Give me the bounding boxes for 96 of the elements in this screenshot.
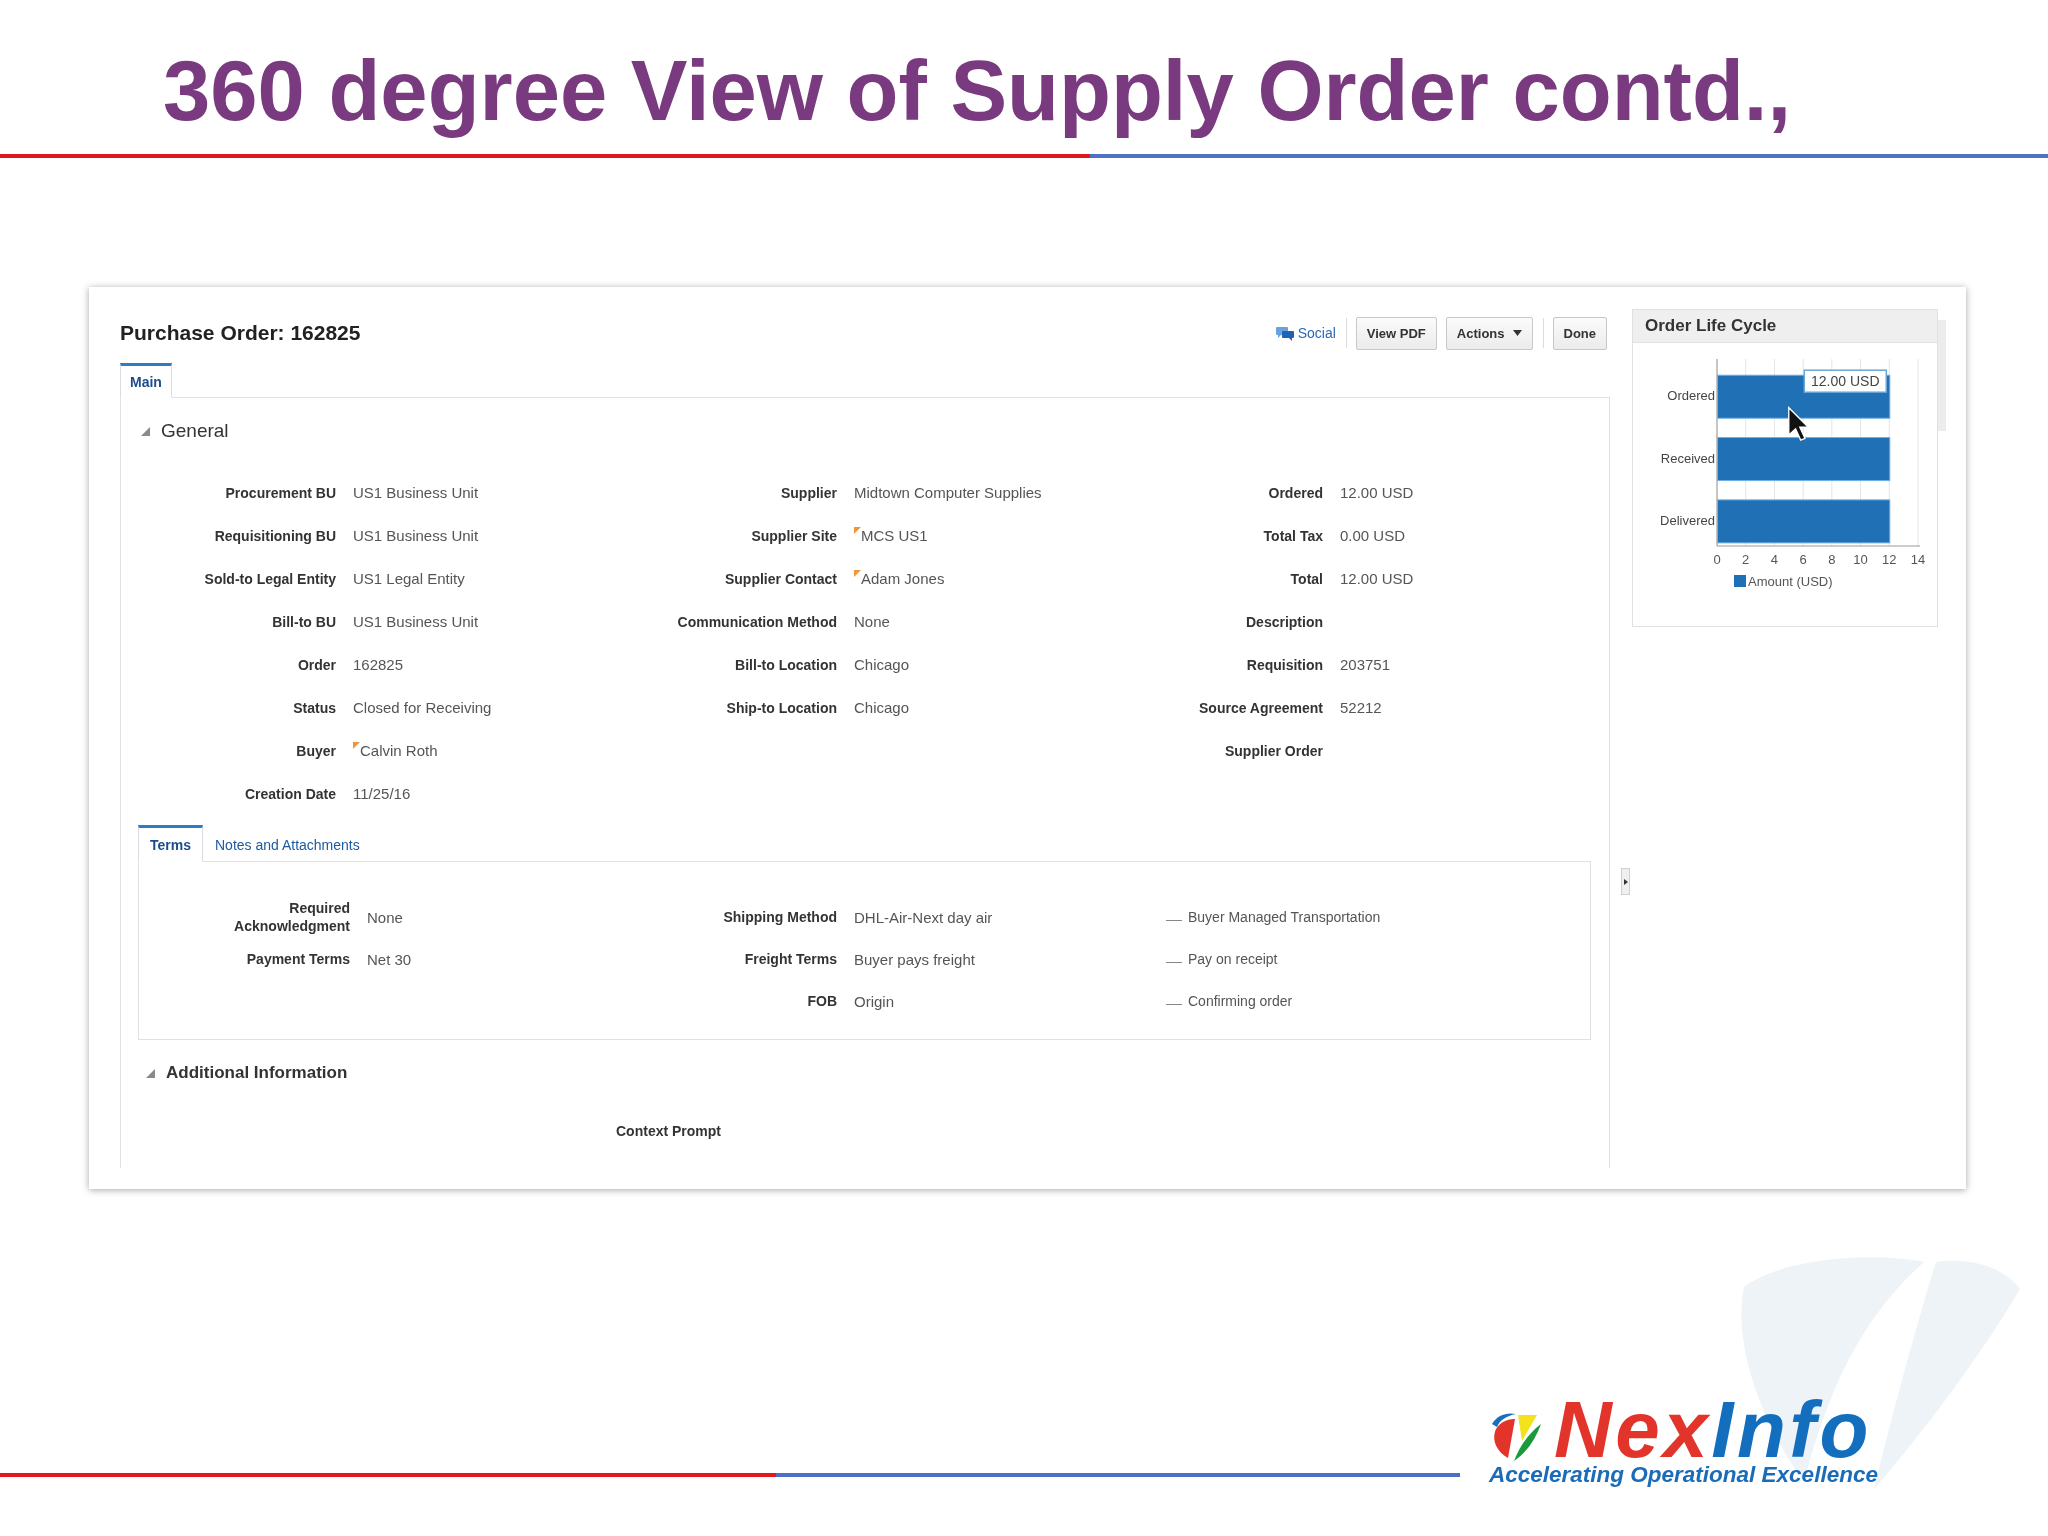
triangle-icon[interactable] [146,1068,155,1078]
field-label: Requisitioning BU [214,526,336,545]
field-value: Adam Jones [861,570,945,587]
axis-category-label: Ordered [1667,388,1715,404]
field-value: 12.00 USD [1340,484,1414,501]
dash-icon [1166,961,1182,963]
caret-icon [1623,878,1628,885]
scrollbar[interactable] [1938,320,1946,431]
caret-icon [1512,330,1522,336]
field-value: 162825 [353,656,404,673]
field-label: FOB [807,992,837,1010]
axis-tick-label: 12 [1882,552,1897,567]
menu-button[interactable]: Actions [1445,316,1533,350]
field-value: Buyer pays freight [854,950,975,968]
field-label: Context Prompt [616,1122,721,1140]
field-value: US1 Business Unit [353,527,479,544]
field-value: Origin [854,992,894,1010]
toolbar-button[interactable]: Done [1552,316,1607,350]
field-value: 12.00 USD [1340,570,1414,587]
field-label: Order [297,655,336,674]
field-label: Supplier [781,483,837,502]
axis-category-label: Received [1660,450,1715,466]
corner-triangle-icon [353,742,360,749]
tab[interactable]: Notes and Attachments [203,825,372,862]
field-value: Midtown Computer Supplies [854,484,1042,501]
field-value: 52212 [1340,699,1382,716]
field-value: US1 Legal Entity [353,570,465,587]
axis-tick-label: 4 [1770,552,1779,567]
slide-title: 360 degree View of Supply Order contd., [163,42,1792,140]
dash-icon [1166,919,1182,921]
field-label: Source Agreement [1199,698,1323,717]
field-label: Buyer [296,741,336,760]
field-value: Calvin Roth [360,742,438,759]
logo-wordmark: NexInfo [1554,1398,1872,1462]
field-label: Supplier Contact [725,569,837,588]
field-value: Chicago [854,699,910,716]
tab[interactable]: Main [120,363,172,398]
field-value: Closed for Receiving [353,699,492,716]
field-label: Shipping Method [723,908,837,926]
field-label: Required Acknowledgment [233,899,350,935]
field-label: Status [293,698,336,717]
axis-category-label: Delivered [1660,513,1715,529]
axis-tick-label: 10 [1853,552,1868,567]
field-value: None [367,908,403,926]
field-label: Communication Method [677,612,837,631]
field-label: Bill-to Location [735,655,837,674]
page-title: Purchase Order: 162825 [120,321,361,345]
panel-title: Order Life Cycle [1645,316,1777,336]
field-label: Sold-to Legal Entity [204,569,336,588]
field-value: 11/25/16 [353,785,411,802]
field-value: Chicago [854,656,910,673]
legend-label: Amount (USD) [1748,574,1833,589]
field-label: Payment Terms [246,950,350,968]
term-description: Confirming order [1188,993,1293,1009]
collapse-handle[interactable] [1621,868,1630,895]
field-value: DHL-Air-Next day air [854,908,993,926]
field-value: Net 30 [367,950,412,968]
axis-tick-label: 14 [1910,552,1926,567]
term-description: Buyer Managed Transportation [1188,909,1381,925]
field-label: Total [1290,569,1323,588]
field-label: Freight Terms [744,950,837,968]
tab[interactable]: Terms [138,825,203,862]
section-title: Additional Information [166,1063,348,1083]
field-label: Ship-to Location [726,698,837,717]
field-label: Ordered [1268,483,1323,502]
corner-triangle-icon [854,527,861,534]
triangle-icon[interactable] [141,426,150,436]
field-value: 203751 [1340,656,1391,673]
field-label: Procurement BU [225,483,336,502]
axis-tick-label: 6 [1799,552,1807,567]
toolbar-button[interactable]: View PDF [1355,316,1437,350]
corner-triangle-icon [854,570,861,577]
axis-tick-label: 0 [1713,552,1721,567]
section-title: General [161,420,229,442]
annotation: 12.00 USD [1811,373,1880,390]
value-tooltip: 12.00 USD [1803,369,1888,393]
dash-icon [1166,1003,1182,1005]
axis-tick-label: 2 [1742,552,1750,567]
field-value: US1 Business Unit [353,484,479,501]
field-value: 0.00 USD [1340,527,1406,544]
field-label: Creation Date [244,784,336,803]
axis-tick-label: 8 [1828,552,1836,567]
field-label: Total Tax [1263,526,1323,545]
field-label: Bill-to BU [272,612,336,631]
field-label: Supplier Order [1224,741,1323,760]
term-description: Pay on receipt [1188,951,1278,967]
mouse-pointer-icon [1788,406,1810,441]
field-label: Requisition [1246,655,1323,674]
field-value: MCS US1 [861,527,928,544]
field-value: US1 Business Unit [353,613,479,630]
toolbar-link[interactable]: Social [1275,325,1336,341]
legend-swatch-icon [1734,575,1746,587]
field-value: None [854,613,890,630]
speech-bubbles-icon [1275,325,1294,341]
field-label: Supplier Site [751,526,837,545]
logo-tagline: Accelerating Operational Excellence [1489,1462,1878,1488]
